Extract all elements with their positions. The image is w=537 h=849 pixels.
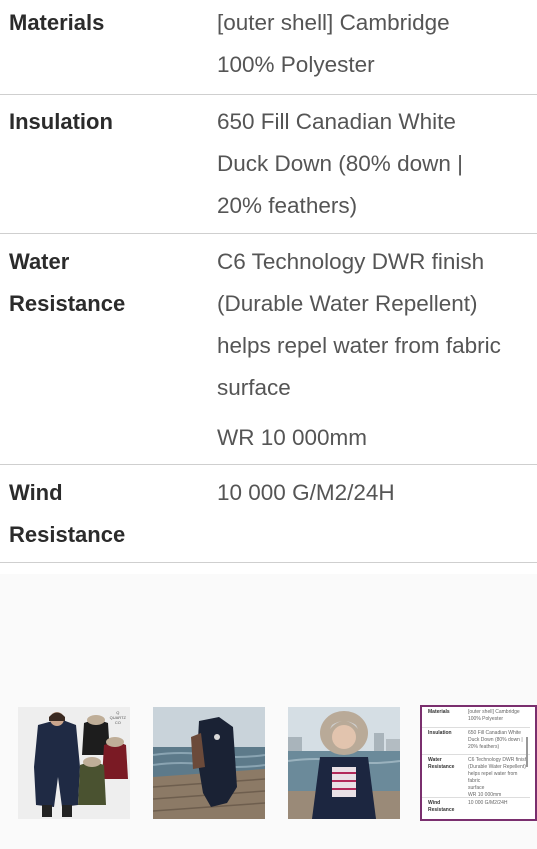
- thumb-dock-scene[interactable]: [153, 707, 265, 819]
- spec-value-line: surface: [217, 375, 291, 400]
- spec-row-water-resistance: Water Resistance C6 Technology DWR finis…: [0, 234, 537, 465]
- spec-label-line: Resistance: [9, 291, 126, 316]
- spec-value-materials: [outer shell] Cambridge 100% Polyester: [217, 2, 537, 86]
- spec-label-materials: Materials: [9, 10, 105, 35]
- spec-label-insulation: Insulation: [9, 109, 113, 134]
- spec-value-line: 100% Polyester: [217, 52, 375, 77]
- spec-row-wind-resistance: Wind Resistance 10 000 G/M2/24H: [0, 465, 537, 563]
- spec-value-extra: WR 10 000mm: [217, 425, 368, 450]
- thumb-spec-table[interactable]: Materials [outer shell] Cambridge 100% Po…: [420, 705, 537, 821]
- spec-label-water-resistance: Water Resistance: [9, 241, 199, 325]
- spec-row-materials: Materials [outer shell] Cambridge 100% P…: [0, 0, 537, 95]
- spec-table: Materials [outer shell] Cambridge 100% P…: [0, 0, 537, 563]
- spec-value-line: 10 000 G/M2/24H: [217, 480, 395, 505]
- spec-value-line: (Durable Water Repellent): [217, 291, 478, 316]
- spec-value-line: 20% feathers): [217, 193, 358, 218]
- spec-label-line: Wind: [9, 480, 63, 505]
- waterfront-model-image: [288, 707, 400, 819]
- thumb-product-colors[interactable]: Q QUARTZ CO: [18, 707, 130, 819]
- spec-value-line: [outer shell] Cambridge: [217, 10, 450, 35]
- scrollbar[interactable]: [526, 737, 528, 767]
- spec-value-line: 650 Fill Canadian White: [217, 109, 456, 134]
- spec-label-line: Water: [9, 249, 70, 274]
- spec-value-wind-resistance: 10 000 G/M2/24H: [217, 472, 537, 514]
- thumb-waterfront-model[interactable]: [288, 707, 400, 819]
- spec-value-water-resistance: C6 Technology DWR finish (Durable Water …: [217, 241, 537, 459]
- spec-value-insulation: 650 Fill Canadian White Duck Down (80% d…: [217, 101, 537, 227]
- spec-label-line: Resistance: [9, 522, 126, 547]
- brand-logo: Q QUARTZ CO: [109, 710, 126, 725]
- dock-scene-image: [153, 707, 265, 819]
- spec-table-preview: Materials [outer shell] Cambridge 100% Po…: [422, 707, 530, 815]
- spec-value-line: helps repel water from fabric: [217, 333, 501, 358]
- spec-value-line: C6 Technology DWR finish: [217, 249, 485, 274]
- thumbnail-gallery: Q QUARTZ CO Materials [outer shell] Camb…: [0, 574, 537, 849]
- spec-row-insulation: Insulation 650 Fill Canadian White Duck …: [0, 95, 537, 234]
- spec-label-wind-resistance: Wind Resistance: [9, 472, 199, 556]
- spec-value-line: Duck Down (80% down |: [217, 151, 463, 176]
